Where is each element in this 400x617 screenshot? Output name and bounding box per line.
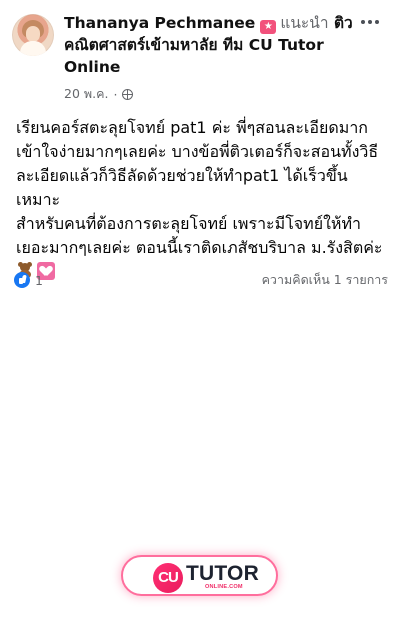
author-avatar[interactable] xyxy=(12,14,54,56)
comments-count[interactable]: ความคิดเห็น 1 รายการ xyxy=(262,270,388,290)
like-icon xyxy=(14,272,30,288)
likes-summary[interactable]: 1 xyxy=(14,272,43,288)
more-dot-2 xyxy=(368,20,372,24)
globe-icon xyxy=(122,88,134,100)
more-options-icon[interactable] xyxy=(358,12,382,32)
post-title: Thananya Pechmanee ★ แนะนำ ติว คณิตศาสตร์เ… xyxy=(64,12,354,78)
more-dot-1 xyxy=(361,20,365,24)
post-meta: 20 พ.ค. · xyxy=(64,84,134,104)
facebook-post-screenshot: Thananya Pechmanee ★ แนะนำ ติว คณิตศาสตร์เ… xyxy=(0,0,400,617)
post-header: Thananya Pechmanee ★ แนะนำ ติว คณิตศาสตร์เ… xyxy=(0,0,400,110)
more-dot-3 xyxy=(375,20,379,24)
cu-domain-text: ONLINE.COM xyxy=(205,584,243,590)
post-body: เรียนคอร์สตะลุยโจทย์ pat1 ค่ะ พี่ๆสอนละเ… xyxy=(16,116,388,284)
like-count: 1 xyxy=(35,272,43,288)
reaction-summary: 1 ความคิดเห็น 1 รายการ xyxy=(14,270,388,290)
post-date[interactable]: 20 พ.ค. xyxy=(64,84,108,104)
cu-brand-text: TUTOR xyxy=(186,562,259,585)
page-name-line3[interactable]: Online xyxy=(64,58,120,76)
cu-logo-icon: CU xyxy=(153,563,183,593)
recommendation-icon: ★ xyxy=(260,20,277,34)
author-name[interactable]: Thananya Pechmanee xyxy=(64,14,255,32)
cu-tutor-brand-button[interactable]: CU TUTOR ONLINE.COM xyxy=(121,555,278,596)
post-text: เรียนคอร์สตะลุยโจทย์ pat1 ค่ะ พี่ๆสอนละเ… xyxy=(16,118,383,257)
avatar-body xyxy=(20,41,46,56)
page-name-line2[interactable]: คณิตศาสตร์เข้ามหาลัย ทีม CU Tutor xyxy=(64,36,324,54)
meta-separator: · xyxy=(113,86,118,102)
page-name-prefix[interactable]: ติว xyxy=(334,14,353,32)
recommendation-label: แนะนำ xyxy=(280,14,329,32)
avatar-face xyxy=(26,26,40,42)
